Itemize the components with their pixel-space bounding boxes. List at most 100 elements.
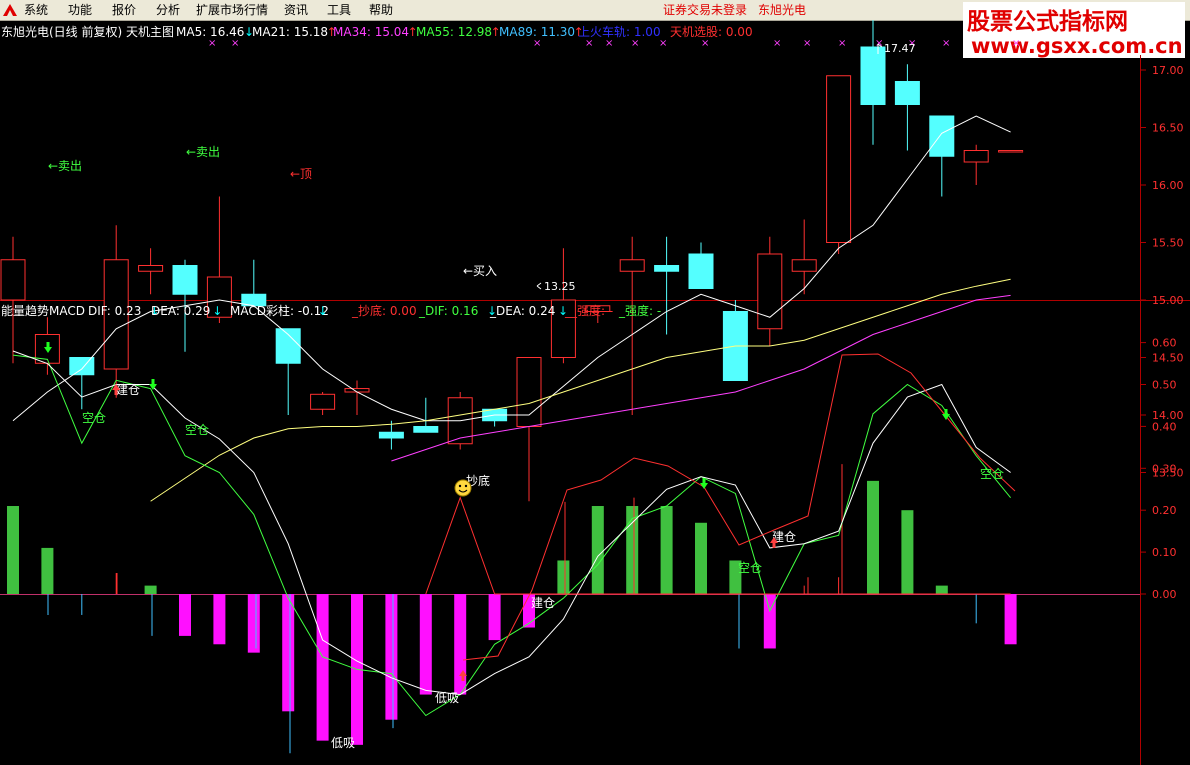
ma-line-ma34 — [391, 294, 1011, 462]
macd-bar[interactable] — [385, 594, 398, 720]
macd-title: 能量趋势MACD — [1, 304, 85, 318]
indicator-6: 天机选股: 0.00 — [670, 25, 753, 39]
empty-position-label-3: 空仓 — [738, 561, 762, 575]
macd-bar[interactable] — [282, 594, 295, 712]
x-mark-icon: × — [585, 38, 593, 49]
down-arrow-icon — [942, 409, 950, 420]
candle-body[interactable] — [998, 150, 1024, 153]
macd-bar[interactable] — [419, 594, 432, 695]
indicator-2: MACD彩柱: -0.12 — [230, 303, 329, 318]
menu-function[interactable]: 功能 — [68, 2, 92, 18]
macd-bar[interactable] — [1004, 594, 1017, 645]
y-tick-label: 17.00 — [1152, 64, 1184, 77]
macd-bar[interactable] — [557, 560, 570, 594]
y-tick-label: 0.50 — [1152, 379, 1177, 392]
indicator-1: MA21: 15.18 — [252, 25, 328, 39]
candle-body[interactable] — [69, 357, 95, 376]
indicator-3: _抄底: 0.00 — [351, 303, 417, 318]
indicator-arrow-2: ↓ — [318, 304, 328, 318]
empty-position-label-4: 空仓 — [980, 467, 1004, 481]
low-price-label: 13.25 — [544, 280, 576, 293]
candle-body[interactable] — [378, 431, 404, 439]
candle-body[interactable] — [172, 265, 198, 295]
candle-body[interactable] — [860, 46, 886, 105]
macd-bar[interactable] — [7, 506, 19, 594]
macd-bar[interactable] — [660, 506, 673, 594]
macd-bar[interactable] — [488, 594, 501, 641]
app-logo-icon — [3, 4, 17, 16]
x-mark-icon: × — [231, 38, 239, 49]
build-position-label-2: 建仓 — [531, 596, 555, 610]
candle-body[interactable] — [0, 259, 26, 301]
candle-body[interactable] — [826, 75, 852, 243]
menu-news[interactable]: 资讯 — [284, 2, 308, 18]
macd-bar[interactable] — [247, 594, 260, 653]
low-buy-label-2: 低吸 — [435, 691, 459, 705]
indicator-0: DIF: 0.23 — [88, 304, 141, 318]
candle-body[interactable] — [138, 265, 164, 272]
macd-histogram[interactable] — [7, 464, 1017, 754]
menu-analysis[interactable]: 分析 — [156, 2, 180, 18]
x-mark-icon: × — [659, 38, 667, 49]
candle-body[interactable] — [929, 115, 955, 157]
x-mark-icon: × — [533, 38, 541, 49]
y-tick-label: 0.40 — [1152, 420, 1177, 433]
indicator-6: __强度: - — [564, 303, 613, 318]
candle-body[interactable] — [310, 393, 336, 410]
macd-bar[interactable] — [316, 594, 329, 741]
buy-signal: ←买入 — [463, 264, 497, 278]
macd-line-0 — [12, 354, 1011, 717]
sell-signal-1: ←卖出 — [48, 159, 82, 173]
y-tick-label: 15.00 — [1152, 294, 1184, 307]
menu-extended-market[interactable]: 扩展市场行情 — [196, 2, 268, 18]
macd-bar[interactable] — [935, 585, 948, 594]
candle-body[interactable] — [963, 150, 989, 163]
menu-help[interactable]: 帮助 — [369, 2, 393, 18]
candle-body[interactable] — [654, 265, 680, 272]
menu-quote[interactable]: 报价 — [112, 2, 136, 18]
indicator-3: MA55: 12.98 — [416, 25, 492, 39]
x-mark-icon: × — [838, 38, 846, 49]
indicator-1: DEA: 0.29 — [151, 304, 210, 318]
y-tick-label: 0.10 — [1152, 546, 1177, 559]
menu-system[interactable]: 系统 — [24, 2, 48, 18]
macd-bar[interactable] — [41, 547, 54, 594]
macd-indicator-legend: DIF: 0.23 ↓DEA: 0.29 ↓ MACD彩柱: -0.12↓ _抄底: 0… — [88, 303, 661, 318]
candle-body[interactable] — [791, 259, 817, 272]
candle-body[interactable] — [894, 81, 920, 105]
menu-tools[interactable]: 工具 — [327, 2, 351, 18]
y-tick-label: 14.50 — [1152, 352, 1184, 365]
y-tick-label: 15.50 — [1152, 237, 1184, 250]
macd-bar[interactable] — [901, 510, 914, 594]
macd-bar[interactable] — [179, 594, 191, 636]
macd-line-1 — [12, 350, 1011, 696]
macd-bar[interactable] — [867, 480, 879, 594]
indicator-7: _强度: - — [618, 303, 661, 318]
x-mark-icon: × — [701, 38, 709, 49]
top-signal: ←顶 — [290, 167, 312, 181]
candle-body[interactable] — [516, 357, 542, 427]
macd-bar[interactable] — [591, 506, 604, 594]
trade-login-status[interactable]: 证券交易未登录 — [663, 2, 747, 18]
candle-body[interactable] — [413, 426, 439, 433]
x-mark-icon: × — [631, 38, 639, 49]
x-mark-icon: × — [773, 38, 781, 49]
y-tick-label: 16.00 — [1152, 179, 1184, 192]
sell-signal-2: ←卖出 — [186, 145, 220, 159]
macd-bar[interactable] — [213, 594, 226, 645]
indicator-0: MA5: 16.46 — [176, 25, 244, 39]
empty-position-label-1: 空仓 — [82, 411, 106, 425]
smiley-icon — [454, 479, 472, 497]
chart-area[interactable]: 东旭光电(日线 前复权) 天机主图 MA5: 16.46 ↓MA21: 15.18… — [0, 20, 1190, 765]
main-indicator-legend: MA5: 16.46 ↓MA21: 15.18↑MA34: 15.04↑MA55:… — [176, 24, 753, 39]
candle-body[interactable] — [688, 253, 714, 289]
candle-body[interactable] — [619, 259, 645, 272]
x-mark-icon: × — [1012, 38, 1020, 49]
macd-bar[interactable] — [695, 522, 707, 594]
macd-bar[interactable] — [144, 585, 157, 594]
macd-y-axis: 0.60 0.50 0.40 0.30 0.20 0.10 0.00 — [1141, 337, 1177, 601]
stock-name-link[interactable]: 东旭光电 — [758, 2, 806, 18]
indicator-5: _DEA: 0.24 — [489, 304, 555, 318]
main-y-axis: 17.0016.5016.0015.5015.0014.5014.0013.50 — [1141, 64, 1184, 480]
indicator-4: _DIF: 0.16 — [418, 304, 478, 318]
